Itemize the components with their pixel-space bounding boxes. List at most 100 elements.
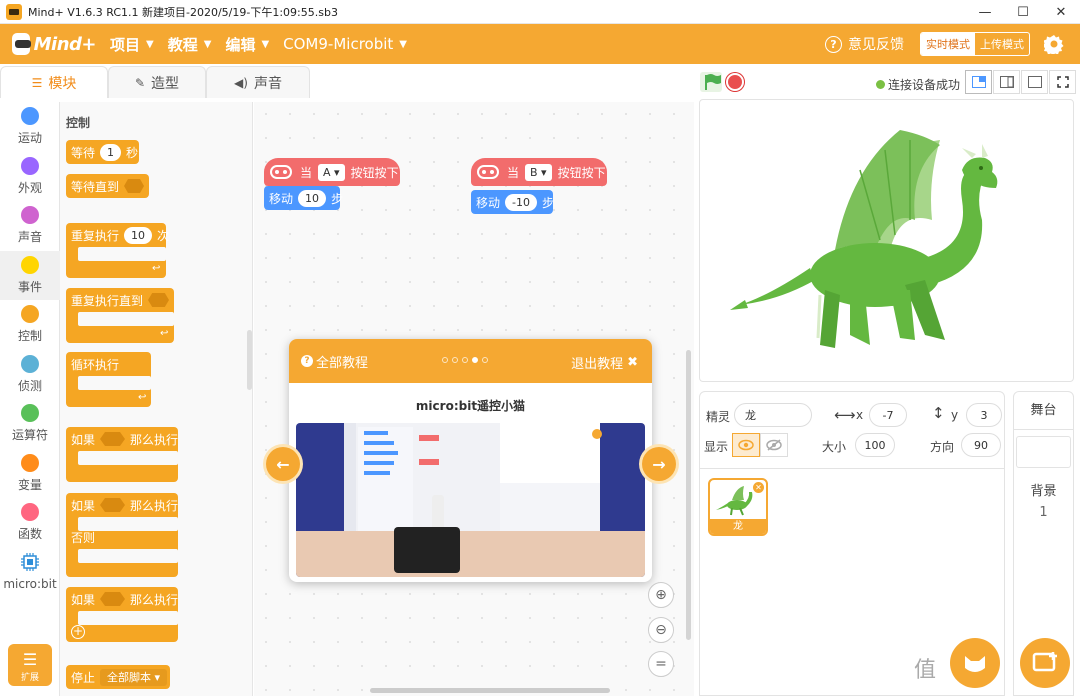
category-sensing[interactable]: 侦测	[0, 350, 60, 400]
category-operators[interactable]: 运算符	[0, 399, 60, 449]
minimize-button[interactable]: —	[966, 0, 1004, 24]
category-label: 侦测	[17, 378, 42, 393]
zoom-reset-button[interactable]: =	[648, 651, 674, 677]
feedback-button[interactable]: ? 意见反馈	[825, 34, 904, 54]
tutorial-prev-arrow[interactable]: ←	[266, 447, 300, 481]
category-looks[interactable]: 外观	[0, 152, 60, 202]
add-backdrop-button[interactable]	[1020, 638, 1070, 688]
screen-image	[344, 423, 602, 548]
block-stop[interactable]: 停止 全部脚本 ▾	[66, 665, 170, 689]
zoom-out-button[interactable]: ⊖	[648, 617, 674, 643]
x-input[interactable]: -7	[869, 403, 907, 427]
category-variables[interactable]: 变量	[0, 449, 60, 499]
zoom-in-button[interactable]: ⊕	[648, 582, 674, 608]
sprite-name-input[interactable]: 龙	[734, 403, 812, 427]
layout-small-stage-button[interactable]	[965, 70, 992, 94]
gear-icon[interactable]	[1042, 34, 1064, 56]
block-number-input[interactable]: 10	[124, 226, 153, 244]
category-sound[interactable]: 声音	[0, 201, 60, 251]
block-slot	[78, 611, 178, 625]
stage-panel-title: 舞台	[1014, 392, 1073, 430]
tutorial-next-arrow[interactable]: →	[642, 447, 676, 481]
maximize-button[interactable]: ☐	[1004, 0, 1042, 24]
sprite-thumbnail[interactable]: ✕ 龙	[708, 478, 768, 536]
layout-normal-stage-button[interactable]	[993, 70, 1020, 94]
sprite-thumb-name: 龙	[710, 519, 766, 534]
page-dot[interactable]	[452, 357, 458, 363]
block-number-input[interactable]: 1	[100, 143, 122, 161]
exit-tutorial-button[interactable]: 退出教程 ✖	[571, 353, 638, 372]
close-button[interactable]: ✕	[1042, 0, 1080, 24]
tutorial-video-image[interactable]	[296, 423, 645, 577]
loop-arrow-icon: ↩	[152, 263, 161, 274]
layout-hide-stage-button[interactable]	[1021, 70, 1048, 94]
tab-blocks[interactable]: ☰ 模块	[0, 66, 108, 98]
boolean-slot	[100, 498, 125, 512]
hide-eye-button[interactable]	[760, 433, 788, 457]
delete-sprite-icon[interactable]: ✕	[753, 482, 764, 493]
menu-device-port[interactable]: COM9-Microbit ▼	[283, 35, 407, 53]
menu-project[interactable]: 项目 ▼	[110, 34, 154, 55]
caret-down-icon: ▼	[203, 38, 212, 50]
green-flag-button[interactable]	[700, 72, 722, 92]
zoom-in-icon: ⊕	[655, 587, 667, 603]
category-label: 变量	[17, 477, 42, 492]
page-dot[interactable]	[442, 357, 448, 363]
tab-sounds[interactable]: ◀) 声音	[206, 66, 310, 98]
fullscreen-button[interactable]	[1049, 70, 1076, 94]
show-eye-button[interactable]	[732, 433, 760, 457]
close-icon: ✖	[627, 355, 638, 370]
window-title: Mind+ V1.6.3 RC1.1 新建项目-2020/5/19-下午1:09…	[28, 5, 338, 19]
hat-block-button-b[interactable]: 当 B ▾ 按钮按下	[471, 158, 607, 186]
upload-mode-button[interactable]: 上传模式	[975, 33, 1029, 55]
button-dropdown[interactable]: B ▾	[525, 163, 552, 181]
feedback-label: 意见反馈	[848, 37, 904, 53]
menu-edit[interactable]: 编辑 ▼	[225, 34, 269, 55]
hat-block-button-a[interactable]: 当 A ▾ 按钮按下	[264, 158, 400, 186]
all-tutorials-button[interactable]: ? 全部教程	[301, 352, 368, 371]
category-events[interactable]: 事件	[0, 250, 60, 300]
visibility-toggle	[732, 433, 788, 457]
dragon-sprite[interactable]	[700, 100, 1074, 382]
page-dot[interactable]	[462, 357, 468, 363]
layout-buttons	[964, 70, 1076, 94]
category-control[interactable]: 控制	[0, 300, 60, 350]
editor-tabs: ☰ 模块 ✎ 造型 ◀) 声音	[0, 66, 312, 100]
palette-scrollbar[interactable]	[247, 330, 252, 390]
page-dot-current[interactable]	[472, 357, 478, 363]
y-input[interactable]: 3	[966, 403, 1002, 427]
motion-color-icon	[21, 107, 39, 126]
stop-button[interactable]	[726, 73, 744, 91]
button-dropdown[interactable]: A ▾	[318, 163, 345, 181]
extensions-button[interactable]: ☰ 扩展	[8, 644, 52, 686]
size-input[interactable]: 100	[855, 433, 895, 457]
category-microbit[interactable]: micro:bit	[0, 548, 60, 598]
block-wait-until[interactable]: 等待直到	[66, 174, 149, 198]
direction-input[interactable]: 90	[961, 433, 1001, 457]
block-text: 否则	[71, 530, 96, 545]
page-dot[interactable]	[482, 357, 488, 363]
stage-canvas[interactable]	[699, 99, 1074, 382]
realtime-mode-button[interactable]: 实时模式	[921, 33, 975, 55]
menu-device-port-label: COM9-Microbit	[283, 35, 394, 53]
motion-move-block-a[interactable]: 移动 10 步	[264, 186, 343, 210]
stop-option-dropdown[interactable]: 全部脚本 ▾	[100, 668, 168, 686]
tab-costumes[interactable]: ✎ 造型	[108, 66, 206, 98]
code-vertical-scrollbar[interactable]	[686, 350, 691, 640]
block-wait[interactable]: 等待 1 秒	[66, 140, 139, 164]
robot-logo-icon	[12, 33, 31, 55]
tab-blocks-label: 模块	[48, 75, 77, 92]
add-sprite-button[interactable]	[950, 638, 1000, 688]
code-horizontal-scrollbar[interactable]	[370, 688, 610, 693]
motion-move-block-b[interactable]: 移动 -10 步	[471, 190, 554, 214]
connected-dot-icon	[876, 80, 885, 89]
block-number-input[interactable]: 10	[298, 189, 327, 207]
category-functions[interactable]: 函数	[0, 498, 60, 548]
add-branch-icon[interactable]: +	[71, 625, 85, 639]
menu-tutorial[interactable]: 教程 ▼	[168, 34, 212, 55]
category-motion[interactable]: 运动	[0, 102, 60, 152]
block-number-input[interactable]: -10	[505, 193, 537, 211]
boolean-slot	[100, 432, 125, 446]
eye-slash-icon	[766, 439, 782, 451]
stage-thumbnail[interactable]	[1016, 436, 1071, 468]
